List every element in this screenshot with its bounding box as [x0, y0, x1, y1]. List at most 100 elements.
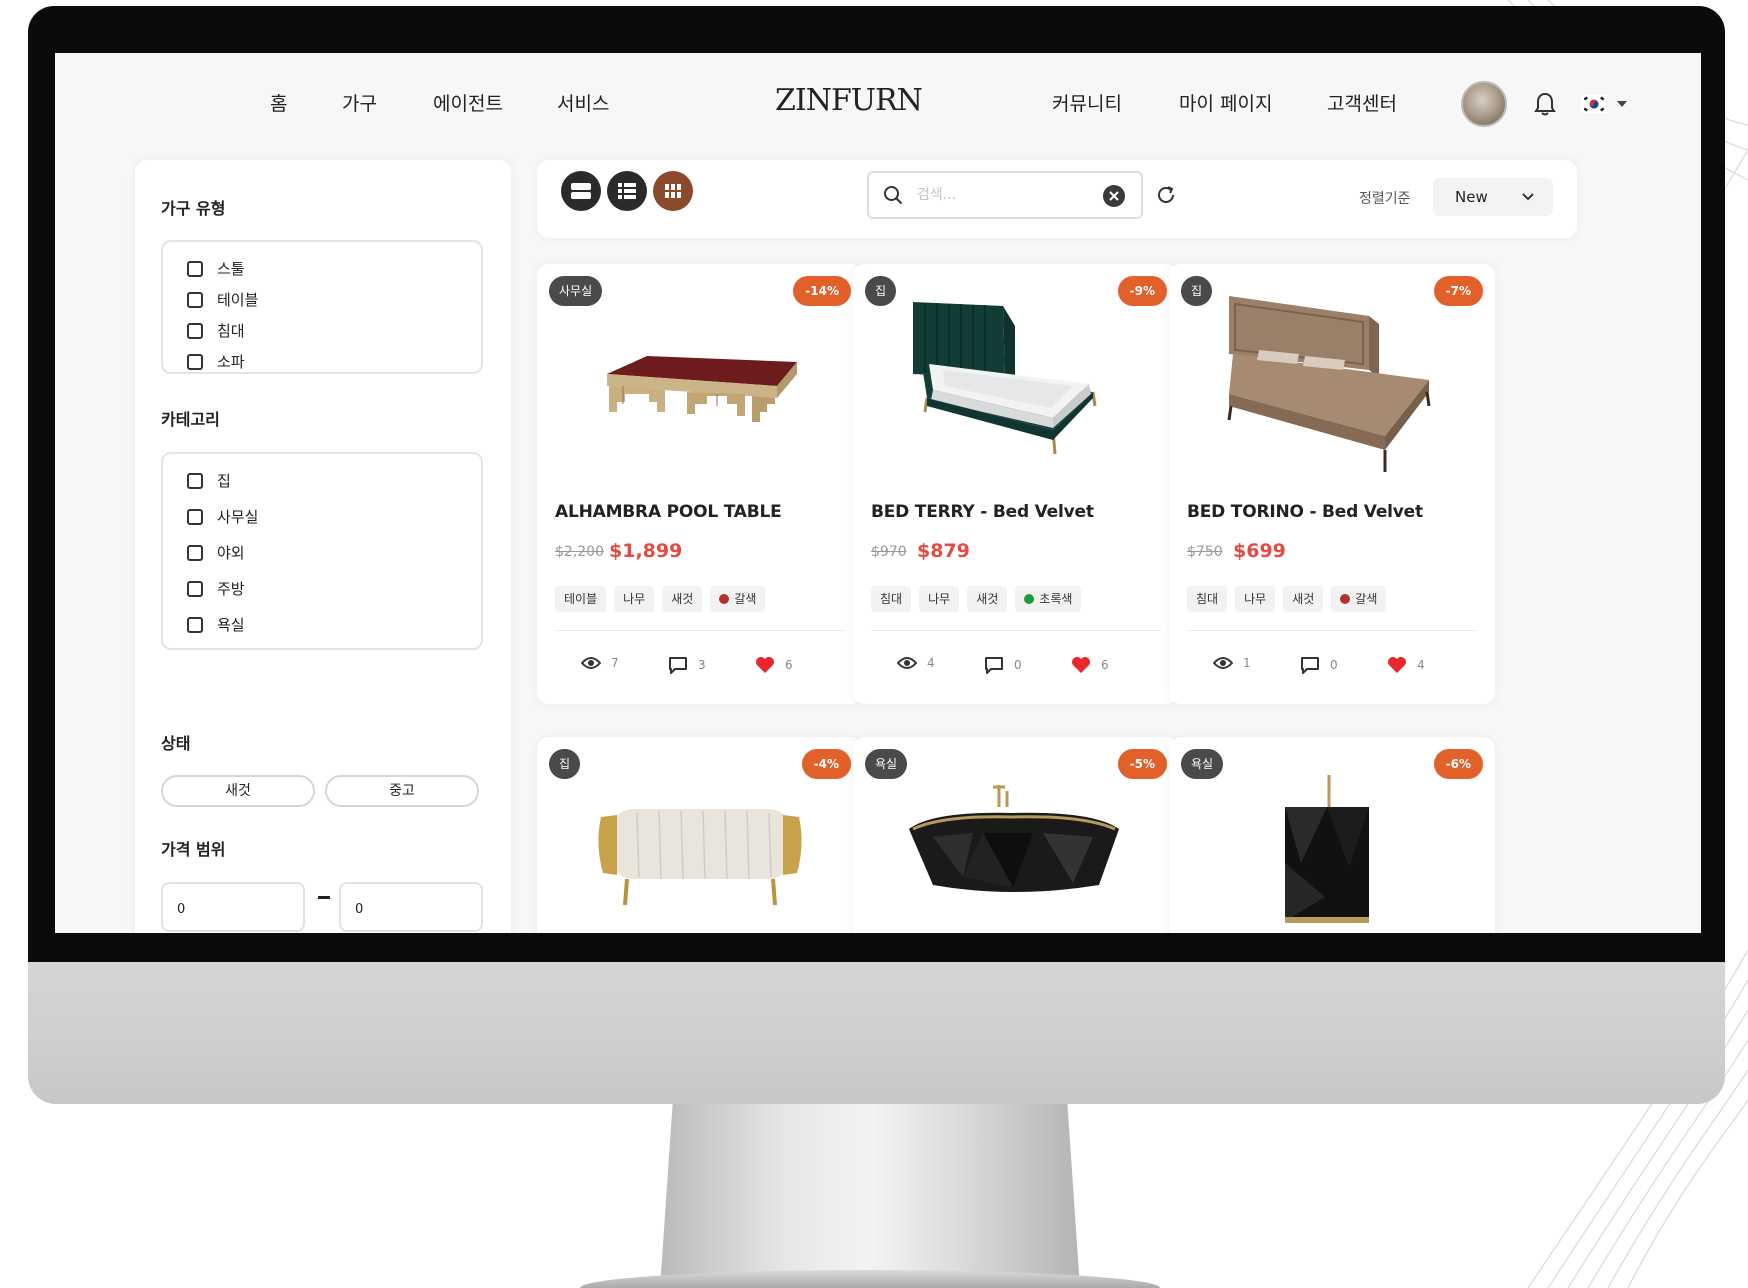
- filter-sidebar: 가구 유형 스툴 테이블 침대 소파 카테고리 집 사무실 야외 주방 욕실 상…: [135, 160, 511, 933]
- avatar[interactable]: [1461, 81, 1507, 127]
- filter-title-condition: 상태: [161, 734, 191, 753]
- nav-furniture[interactable]: 가구: [342, 89, 377, 116]
- checkbox-box[interactable]: [187, 291, 203, 308]
- filter-title-furniture-type: 가구 유형: [161, 199, 226, 218]
- korea-flag-icon[interactable]: [1581, 95, 1607, 113]
- views-count: 7: [611, 656, 619, 670]
- comments-stat[interactable]: 3: [668, 656, 706, 674]
- tag-color: 갈색: [1331, 586, 1387, 612]
- views-count: 4: [927, 656, 935, 670]
- tag-type: 테이블: [555, 586, 607, 612]
- checkbox-outdoor[interactable]: 야외: [187, 542, 245, 563]
- sort-label: 정렬기준: [1359, 191, 1411, 207]
- clear-icon[interactable]: [1103, 185, 1125, 207]
- nav-home[interactable]: 홈: [270, 89, 287, 116]
- checkbox-label: 사무실: [217, 508, 259, 526]
- tag-type: 침대: [1187, 586, 1228, 612]
- checkbox-box[interactable]: [187, 544, 203, 561]
- product-card[interactable]: 집 -4%: [537, 737, 863, 933]
- likes-count: 4: [1417, 658, 1425, 672]
- product-card[interactable]: 집 -9% BED TERRY - Bed Velvet $970 $879 침…: [853, 264, 1179, 704]
- checkbox-box[interactable]: [187, 616, 203, 633]
- brown-bed-image: [1227, 296, 1431, 472]
- views-count: 1: [1243, 656, 1251, 670]
- checkbox-box[interactable]: [187, 472, 203, 489]
- checkbox-kitchen[interactable]: 주방: [187, 578, 245, 599]
- product-card[interactable]: 욕실 -5%: [853, 737, 1179, 933]
- comments-stat[interactable]: 0: [1300, 656, 1338, 674]
- checkbox-box[interactable]: [187, 580, 203, 597]
- card-divider: [871, 630, 1161, 631]
- nav-my-page[interactable]: 마이 페이지: [1179, 89, 1272, 116]
- checkbox-label: 스툴: [217, 260, 245, 278]
- checkbox-stool[interactable]: 스툴: [187, 258, 245, 279]
- view-list-button[interactable]: [607, 171, 647, 211]
- nav-customer-center[interactable]: 고객센터: [1327, 89, 1397, 116]
- views-stat[interactable]: 4: [897, 656, 935, 670]
- tag-type: 침대: [871, 586, 912, 612]
- product-card[interactable]: 집 -7% BED TORINO - Bed Velvet $750 $699 …: [1169, 264, 1495, 704]
- furniture-type-filter: 스툴 테이블 침대 소파: [161, 240, 483, 374]
- checkbox-office[interactable]: 사무실: [187, 506, 258, 527]
- condition-used-button[interactable]: 중고: [325, 775, 479, 807]
- stage: 홈 가구 에이전트 서비스 ZINFURN 커뮤니티 마이 페이지 고객센터 가…: [0, 0, 1748, 1288]
- refresh-icon[interactable]: [1155, 184, 1177, 206]
- views-stat[interactable]: 1: [1213, 656, 1251, 670]
- nav-community[interactable]: 커뮤니티: [1052, 89, 1122, 116]
- nav-services[interactable]: 서비스: [557, 89, 609, 116]
- view-large-list-button[interactable]: [561, 171, 601, 211]
- category-badge: 집: [1181, 276, 1213, 306]
- checkbox-table[interactable]: 테이블: [187, 289, 258, 310]
- likes-stat[interactable]: 4: [1387, 656, 1425, 674]
- category-badge: 집: [549, 749, 581, 779]
- comment-icon: [669, 657, 687, 674]
- view-grid-button[interactable]: [653, 171, 693, 211]
- checkbox-label: 야외: [217, 544, 245, 562]
- product-card[interactable]: 사무실 -14% ALHAMBRA POOL TABLE $2,200 $1,8…: [537, 264, 863, 704]
- nav-agents[interactable]: 에이전트: [433, 89, 503, 116]
- checkbox-box[interactable]: [187, 260, 203, 277]
- sale-price: $1,899: [609, 540, 683, 562]
- likes-stat[interactable]: 6: [755, 656, 793, 674]
- tag-color-label: 갈색: [734, 592, 757, 606]
- checkbox-home[interactable]: 집: [187, 470, 231, 491]
- product-tags: 침대 나무 새것 갈색: [1187, 586, 1387, 612]
- comments-count: 0: [1014, 658, 1022, 672]
- category-badge: 욕실: [1181, 749, 1224, 779]
- search-input[interactable]: [917, 183, 1077, 207]
- sale-price: $699: [1233, 540, 1286, 562]
- comment-icon: [1301, 657, 1319, 674]
- price-min-input[interactable]: 0: [161, 882, 305, 932]
- likes-count: 6: [785, 658, 793, 672]
- product-tags: 침대 나무 새것 초록색: [871, 586, 1082, 612]
- category-badge: 욕실: [865, 749, 908, 779]
- sale-price: $879: [917, 540, 970, 562]
- heart-icon: [1388, 657, 1406, 673]
- views-stat[interactable]: 7: [581, 656, 619, 670]
- product-name[interactable]: ALHAMBRA POOL TABLE: [555, 502, 782, 522]
- checkbox-bed[interactable]: 침대: [187, 320, 245, 341]
- filter-title-category: 카테고리: [161, 410, 220, 429]
- product-card[interactable]: 욕실 -6%: [1169, 737, 1495, 933]
- chevron-down-icon[interactable]: [1617, 101, 1627, 107]
- app-screen: 홈 가구 에이전트 서비스 ZINFURN 커뮤니티 마이 페이지 고객센터 가…: [55, 53, 1701, 933]
- checkbox-sofa[interactable]: 소파: [187, 351, 245, 372]
- checkbox-box[interactable]: [187, 322, 203, 339]
- heart-icon: [1072, 657, 1090, 673]
- bell-icon[interactable]: [1533, 91, 1557, 117]
- logo[interactable]: ZINFURN: [775, 83, 923, 118]
- product-name[interactable]: BED TORINO - Bed Velvet: [1187, 502, 1423, 522]
- checkbox-bathroom[interactable]: 욕실: [187, 614, 245, 635]
- eye-icon: [897, 657, 917, 669]
- price-max-input[interactable]: 0: [339, 882, 483, 932]
- comments-stat[interactable]: 0: [984, 656, 1022, 674]
- checkbox-box[interactable]: [187, 353, 203, 370]
- checkbox-box[interactable]: [187, 508, 203, 525]
- color-dot: [1024, 594, 1035, 604]
- washbasin-image: [1285, 775, 1369, 923]
- product-name[interactable]: BED TERRY - Bed Velvet: [871, 502, 1094, 522]
- card-divider: [1187, 630, 1477, 631]
- likes-stat[interactable]: 6: [1071, 656, 1109, 674]
- sort-select[interactable]: New: [1433, 178, 1553, 216]
- condition-new-button[interactable]: 새것: [161, 775, 315, 807]
